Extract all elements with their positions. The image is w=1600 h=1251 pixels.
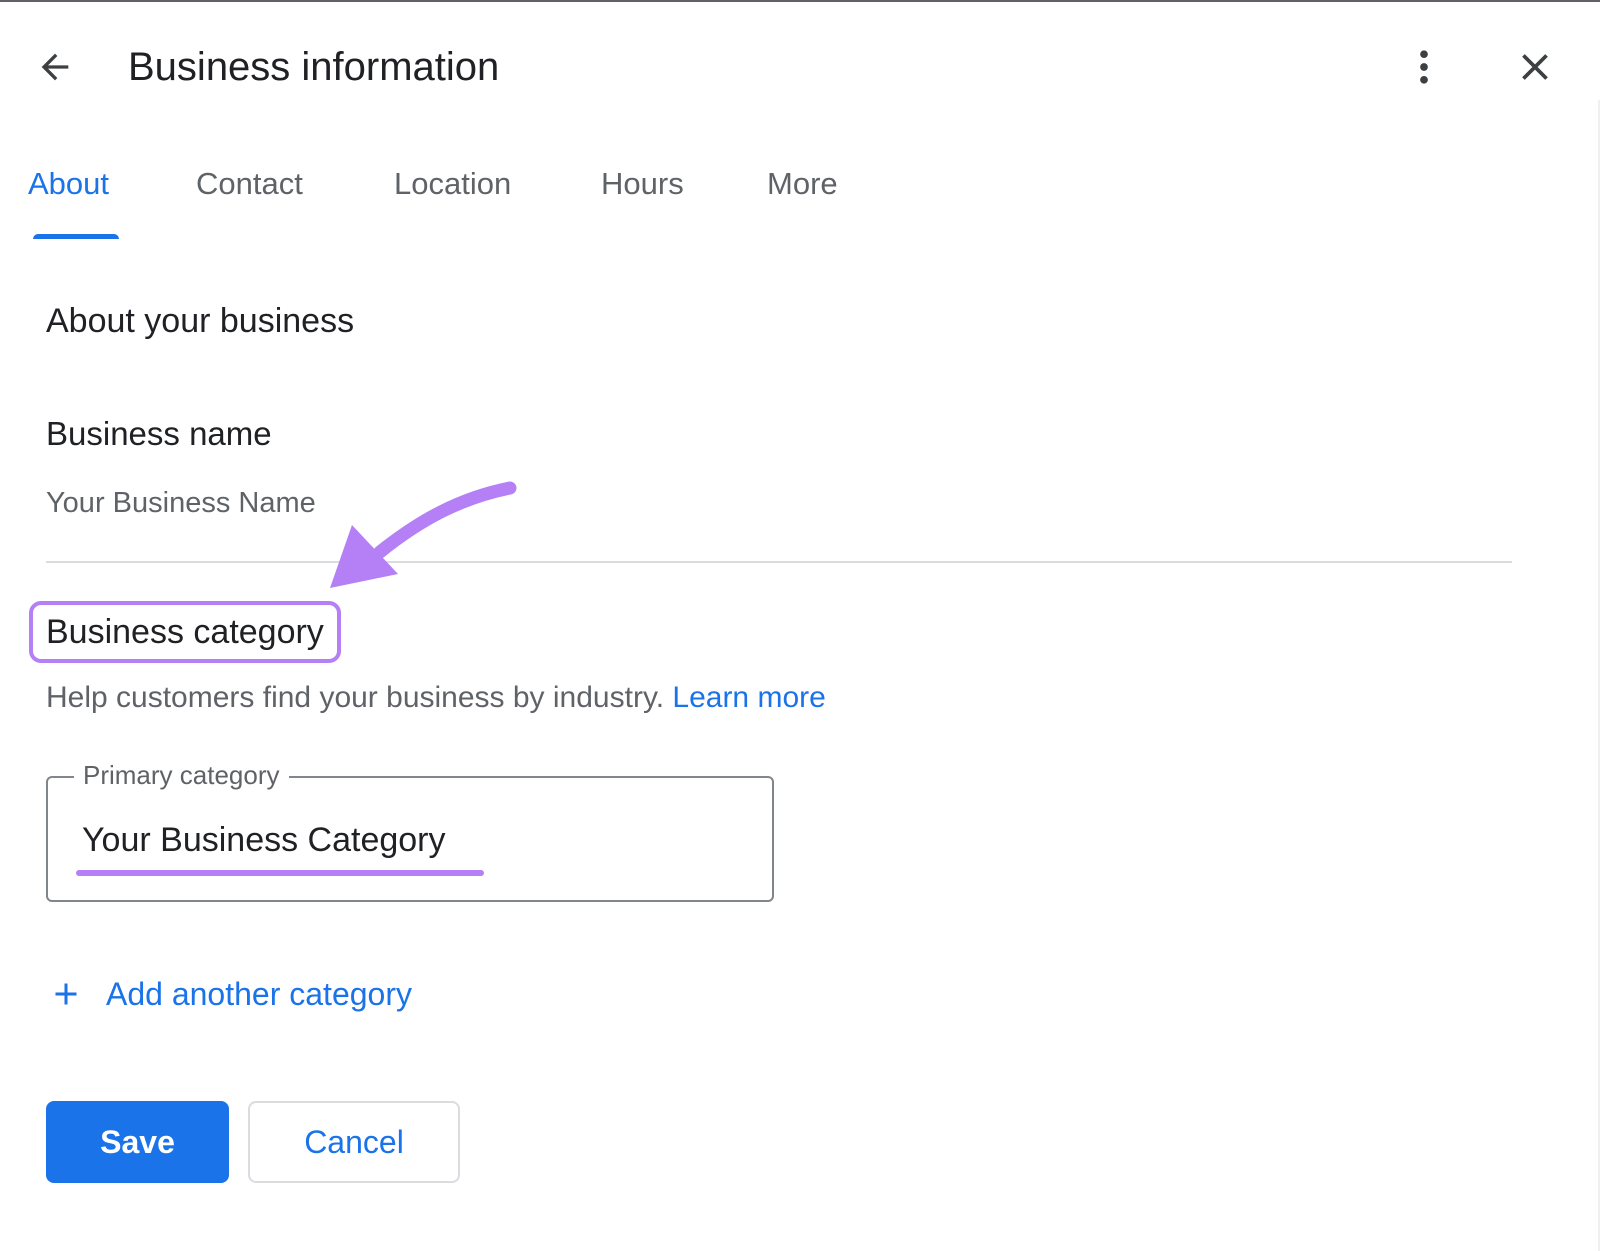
back-button[interactable]: [28, 40, 82, 94]
close-icon: [1522, 54, 1548, 80]
active-tab-indicator: [33, 234, 119, 239]
field-divider: [46, 561, 1512, 563]
close-button[interactable]: [1508, 40, 1562, 94]
add-another-category-button[interactable]: Add another category: [48, 970, 412, 1018]
annotation-arrow-shaft: [373, 481, 517, 559]
annotation-arrow-head: [330, 525, 398, 588]
section-title: About your business: [46, 302, 355, 340]
more-options-button[interactable]: [1400, 40, 1448, 94]
annotation-underline: [76, 870, 484, 876]
tab-hours[interactable]: Hours: [601, 160, 684, 208]
tab-more[interactable]: More: [767, 160, 838, 208]
business-name-value[interactable]: Your Business Name: [46, 484, 316, 522]
tab-about[interactable]: About: [28, 160, 109, 208]
primary-category-input[interactable]: Your Business Category: [82, 818, 446, 862]
tab-location[interactable]: Location: [394, 160, 511, 208]
help-text: Help customers find your business by ind…: [46, 681, 665, 714]
add-another-category-label: Add another category: [106, 975, 412, 1012]
business-name-label: Business name: [46, 415, 272, 452]
window-top-border: [0, 0, 1600, 2]
save-button[interactable]: Save: [46, 1101, 229, 1183]
primary-category-label: Primary category: [74, 758, 289, 792]
dialog-title: Business information: [128, 45, 500, 89]
annotation-arrow-icon: [330, 481, 517, 588]
cancel-button[interactable]: Cancel: [248, 1101, 460, 1183]
arrow-left-icon: [41, 53, 69, 81]
business-category-label: Business category: [46, 613, 324, 651]
plus-icon: [55, 983, 77, 1005]
business-category-highlight: Business category: [29, 601, 341, 663]
category-help-text: Help customers find your business by ind…: [46, 678, 826, 718]
more-vertical-icon: [1420, 50, 1428, 84]
learn-more-link[interactable]: Learn more: [672, 681, 825, 714]
tab-contact[interactable]: Contact: [196, 160, 303, 208]
